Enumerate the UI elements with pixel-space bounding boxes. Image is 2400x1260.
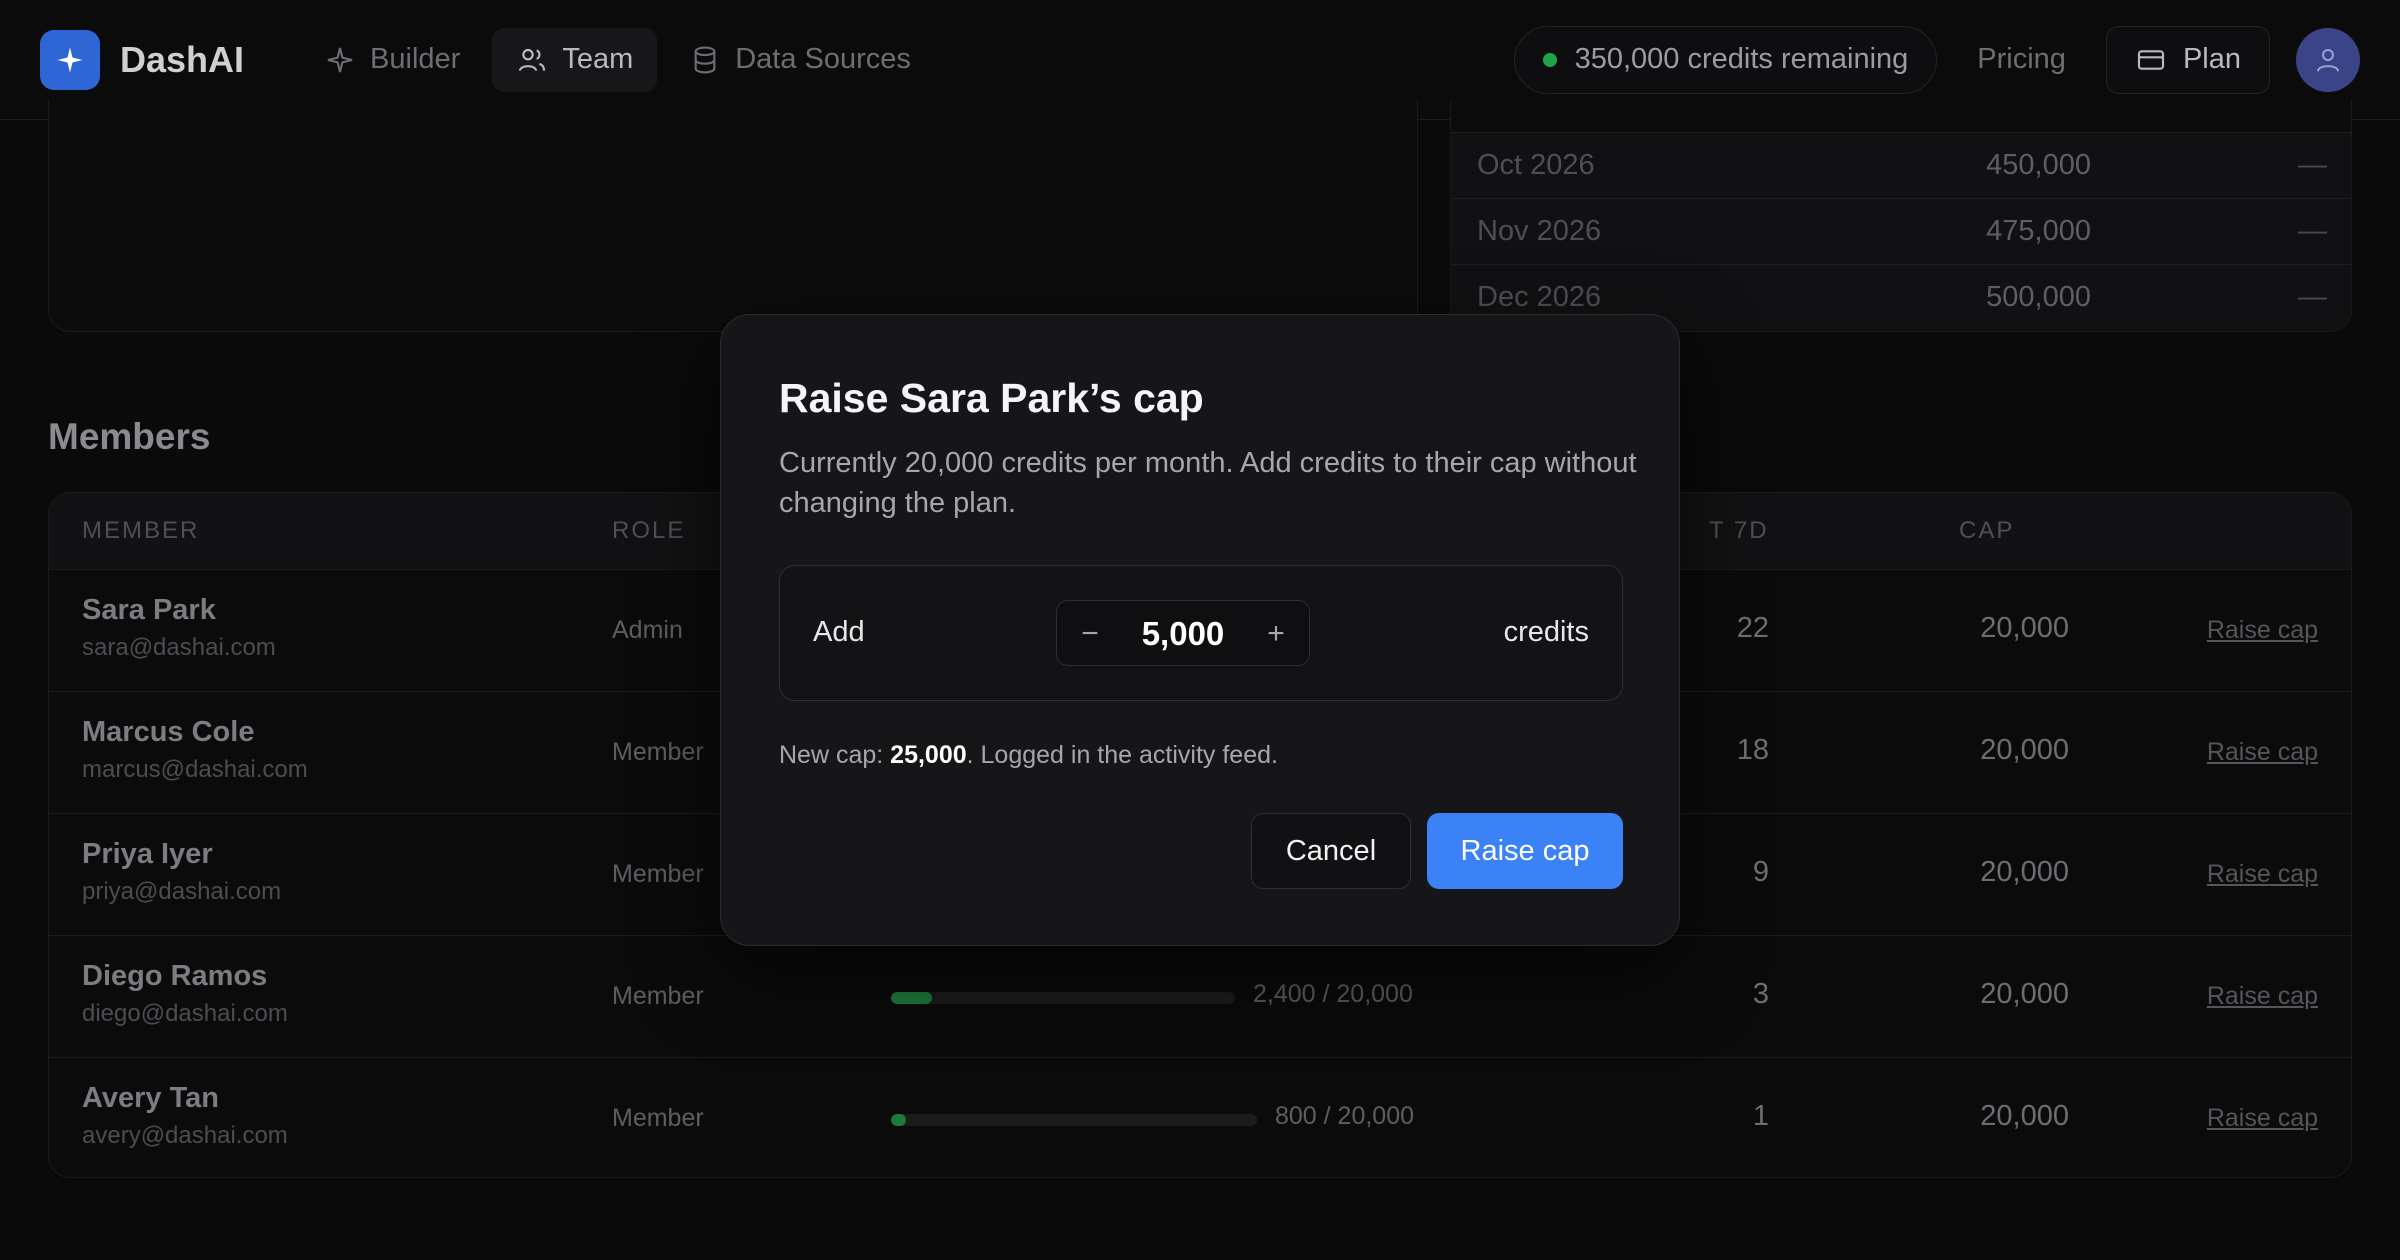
pricing-link[interactable]: Pricing (1977, 43, 2066, 76)
credit-stepper: − 5,000 + (1056, 600, 1310, 666)
member-role: Member (612, 982, 704, 1010)
member-last7: 3 (1752, 978, 1769, 1010)
unit-label: credits (1503, 616, 1589, 648)
member-role: Member (612, 860, 704, 888)
member-role: Admin (612, 616, 683, 644)
nav-builder[interactable]: Builder (300, 28, 484, 92)
members-heading: Members (48, 416, 211, 457)
nav-team[interactable]: Team (492, 27, 658, 92)
usage-bar-fill (891, 992, 933, 1004)
member-cap: 20,000 (1980, 734, 2069, 766)
member-name: Sara Park (82, 594, 216, 626)
raise-cap-link[interactable]: Raise cap (2207, 738, 2318, 767)
member-cap: 20,000 (1980, 612, 2069, 644)
forecast-value: 450,000 (1986, 149, 2091, 181)
usage-text: 2,400 / 20,000 (1253, 980, 1413, 1008)
decrement-button[interactable]: − (1057, 601, 1123, 667)
forecast-value: 475,000 (1986, 215, 2091, 247)
forecast-delta: — (2298, 281, 2327, 313)
column-last7: T 7D (1709, 517, 1769, 544)
user-avatar[interactable] (2296, 27, 2360, 92)
forecast-row: Nov 2026 475,000 — (1451, 198, 2351, 264)
new-cap-summary: New cap: 25,000. Logged in the activity … (779, 741, 1278, 770)
member-role: Member (612, 738, 704, 766)
dialog-description: Currently 20,000 credits per month. Add … (779, 447, 1637, 519)
member-name: Avery Tan (82, 1082, 219, 1114)
member-email: marcus@dashai.com (82, 756, 308, 783)
increment-button[interactable]: + (1243, 601, 1309, 667)
user-icon (2317, 48, 2339, 72)
forecast-value: 500,000 (1986, 281, 2091, 313)
logo-icon[interactable] (40, 29, 100, 90)
usage-bar (891, 992, 1235, 1004)
member-role: Member (612, 1104, 704, 1132)
member-cap: 20,000 (1980, 978, 2069, 1010)
forecast-month: Nov 2026 (1477, 215, 1602, 247)
credit-amount-input[interactable]: 5,000 (1123, 615, 1243, 653)
forecast-row: Oct 2026 450,000 — (1451, 132, 2351, 198)
new-cap-value: 25,000 (890, 741, 967, 769)
column-member: MEMBER (82, 517, 200, 544)
cancel-button[interactable]: Cancel (1251, 813, 1411, 889)
credit-card-icon (2137, 49, 2165, 70)
member-email: priya@dashai.com (82, 878, 282, 905)
table-row: Avery Tan avery@dashai.com Member 800 / … (49, 1057, 2351, 1177)
new-cap-prefix: New cap: (779, 741, 891, 769)
member-cap: 20,000 (1980, 1100, 2069, 1132)
usage-bar-fill (891, 1114, 906, 1126)
credit-amount-panel: Add − 5,000 + credits (779, 565, 1623, 701)
app-name[interactable]: DashAI (120, 39, 244, 81)
forecast-card: Oct 2026 450,000 — Nov 2026 475,000 — De… (1450, 100, 2352, 332)
column-cap: CAP (1959, 517, 2015, 544)
raise-cap-link[interactable]: Raise cap (2207, 982, 2318, 1011)
member-email: sara@dashai.com (82, 634, 276, 661)
member-last7: 9 (1752, 856, 1769, 888)
raise-cap-button[interactable]: Raise cap (1427, 813, 1623, 889)
member-name: Marcus Cole (82, 716, 255, 748)
credits-remaining-badge[interactable]: 350,000 credits remaining (1513, 25, 1938, 94)
usage-text: 800 / 20,000 (1275, 1102, 1415, 1130)
forecast-delta: — (2298, 149, 2327, 181)
forecast-month: Dec 2026 (1477, 281, 1602, 313)
member-email: avery@dashai.com (82, 1122, 288, 1149)
nav-builder-label: Builder (370, 43, 461, 75)
raise-cap-link[interactable]: Raise cap (2207, 1104, 2318, 1133)
dialog-title: Raise Sara Park’s cap (779, 375, 1204, 421)
nav-data-sources-label: Data Sources (735, 43, 911, 75)
member-last7: 18 (1736, 734, 1769, 766)
status-dot-icon (1542, 52, 1557, 67)
usage-chart-card (48, 100, 1418, 332)
new-cap-suffix: . Logged in the activity feed. (966, 741, 1278, 769)
plan-button-label: Plan (2182, 43, 2241, 75)
member-last7: 22 (1736, 612, 1769, 644)
raise-cap-link[interactable]: Raise cap (2207, 860, 2318, 889)
add-label: Add (813, 616, 865, 648)
member-cap: 20,000 (1980, 856, 2069, 888)
usage-bar (891, 1114, 1257, 1126)
plan-button[interactable]: Plan (2105, 25, 2270, 94)
sparkle-icon (327, 47, 353, 72)
nav-data-sources[interactable]: Data Sources (665, 28, 935, 92)
member-name: Diego Ramos (82, 960, 268, 992)
forecast-month: Oct 2026 (1477, 149, 1595, 181)
database-icon (694, 46, 716, 73)
member-email: diego@dashai.com (82, 1000, 288, 1027)
table-row: Diego Ramos diego@dashai.com Member 2,40… (49, 935, 2351, 1057)
forecast-delta: — (2298, 215, 2327, 247)
member-last7: 1 (1752, 1100, 1769, 1132)
users-icon (519, 48, 546, 71)
credits-remaining-text: 350,000 credits remaining (1574, 43, 1909, 75)
nav-team-label: Team (562, 43, 634, 75)
raise-cap-link[interactable]: Raise cap (2207, 616, 2318, 645)
column-role: ROLE (612, 517, 686, 544)
member-name: Priya Iyer (82, 838, 213, 870)
raise-cap-dialog: Raise Sara Park’s cap Currently 20,000 c… (720, 314, 1680, 946)
